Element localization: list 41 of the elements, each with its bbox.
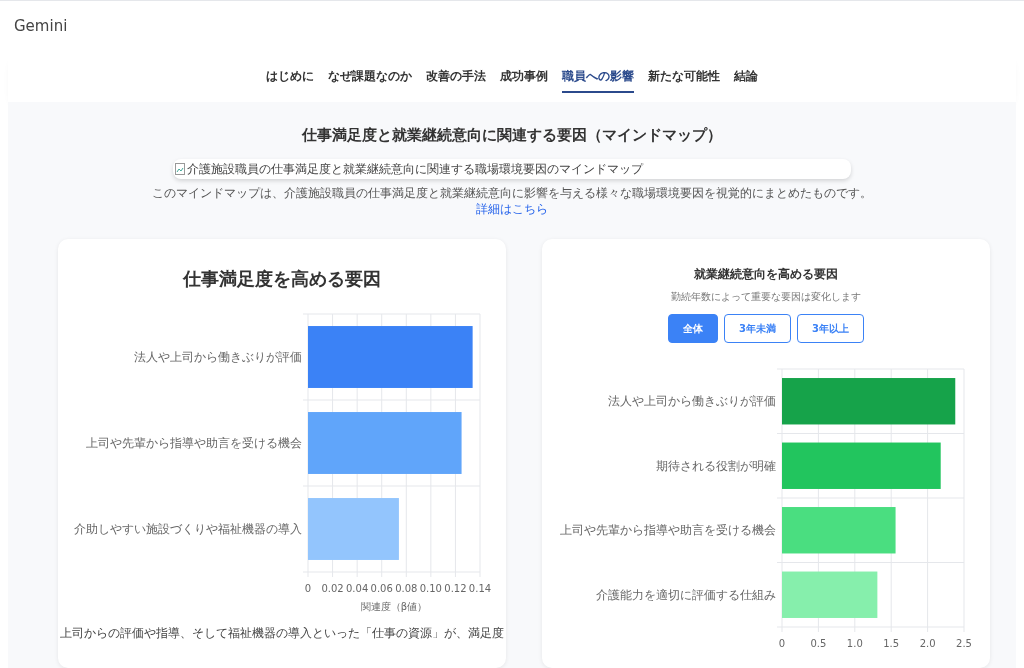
category-label: 上司や先輩から指導や助言を受ける機会 (86, 435, 302, 450)
details-link[interactable]: 詳細はこちら (476, 201, 548, 216)
filter-button[interactable]: 3年以上 (797, 313, 864, 343)
category-label: 法人や上司から働きぶりが評価 (608, 393, 776, 408)
nav-tab[interactable]: 新たな可能性 (648, 61, 720, 93)
tick-label: 0.10 (419, 582, 442, 594)
nav-tab[interactable]: はじめに (266, 61, 314, 93)
nav-tab[interactable]: 結論 (734, 61, 758, 93)
category-label: 上司や先輩から指導や助言を受ける機会 (560, 522, 776, 537)
category-label: 介助しやすい施設づくりや福祉機器の導入 (74, 521, 302, 536)
filter-button[interactable]: 全体 (668, 313, 719, 343)
tick-label: 0.12 (444, 582, 467, 594)
category-label: 期待される役割が明確 (656, 458, 776, 473)
nav-tab[interactable]: なぜ課題なのか (328, 61, 412, 93)
tick-label: 0.5 (810, 637, 827, 649)
tick-label: 0.08 (395, 582, 418, 594)
image-alt-text: 介護施設職員の仕事満足度と就業継続意向に関連する職場環境要因のマインドマップ (187, 160, 643, 178)
tick-label: 0.04 (346, 582, 369, 594)
tick-label: 0.02 (321, 582, 344, 594)
tick-label: 1.0 (846, 637, 863, 649)
tick-label: 0 (304, 582, 312, 594)
tick-label: 2.5 (956, 637, 972, 649)
nav-tab[interactable]: 改善の手法 (426, 61, 486, 93)
tick-label: 0.14 (468, 582, 492, 594)
category-label: 介護能力を適切に評価する仕組み (596, 587, 776, 602)
caption: このマインドマップは、介護施設職員の仕事満足度と就業継続意向に影響を与える様々な職場環境要因を視覚的にまとめたものです。 詳細はこちら (151, 184, 873, 217)
tick-label: 0.06 (370, 582, 393, 594)
tick-label: 2.0 (919, 637, 936, 649)
tick-label: 1.5 (883, 637, 900, 649)
card-title: 就業継続意向を高める要因 (694, 265, 838, 283)
section-title: 仕事満足度と就業継続意向に関連する要因（マインドマップ） (302, 125, 722, 146)
card-subtitle: 勤続年数によって重要な要因は変化します (671, 289, 861, 304)
nav-tab[interactable]: 職員への影響 (562, 61, 634, 93)
filter-button[interactable]: 3年未満 (724, 313, 791, 343)
app-title: Gemini (14, 16, 68, 38)
nav-tab[interactable]: 成功事例 (500, 61, 548, 93)
category-label: 法人や上司から働きぶりが評価 (134, 349, 302, 364)
axis-title: 関連度（β値） (360, 600, 428, 612)
tick-label: 0 (778, 637, 786, 649)
summary-text: 上司からの評価や指導、そして福祉機器の導入といった「仕事の資源」が、満足度 (60, 624, 504, 642)
card-title: 仕事満足度を高める要因 (183, 266, 381, 291)
